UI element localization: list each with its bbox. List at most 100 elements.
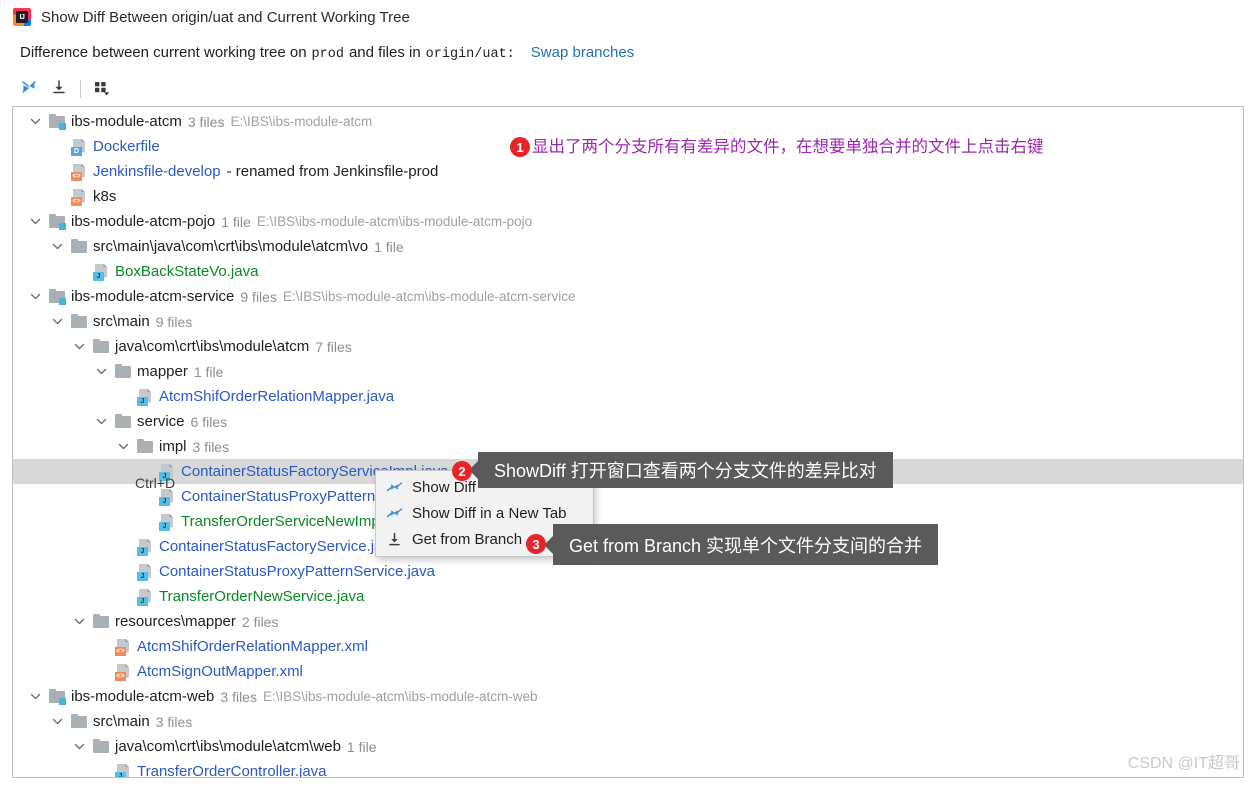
group-by-icon [92,78,112,101]
collapse-arrows-icon [20,78,38,101]
tree-row[interactable]: java\com\crt\ibs\module\atcm\web 1 file [13,734,1243,759]
tree-row-file-count: 1 file [346,738,377,755]
tree-row[interactable]: ibs-module-atcm-service 9 files E:\IBS\ibs… [13,284,1243,309]
get-from-branch-toolbar-button[interactable] [44,75,74,103]
java-file-icon: J [114,763,132,777]
xml-file-icon: <> [114,638,132,656]
tree-row[interactable]: J BoxBackStateVo.java [13,259,1243,284]
target-branch-name: origin/uat: [425,47,515,62]
title-bar: IJ Show Diff Between origin/uat and Curr… [0,0,1256,34]
chevron-down-icon[interactable] [93,414,109,430]
tree-row-label: resources\mapper [115,613,236,630]
tree-row-file-count: 3 files [187,113,225,130]
context-menu-item-show-diff-label: Show Diff [412,478,476,496]
tree-row[interactable]: J TransferOrderController.java [13,759,1243,778]
folder-icon [114,363,132,381]
diff-file-tree-panel[interactable]: ibs-module-atcm 3 files E:\IBS\ibs-module-… [12,106,1244,778]
tree-row-file-count: 3 files [220,688,257,705]
tree-row-label: ContainerStatusProxyPatternService.java [159,563,435,580]
xml-file-icon: <> [114,663,132,681]
chevron-down-icon[interactable] [27,114,43,130]
java-file-icon: J [92,263,110,281]
chevron-down-icon[interactable] [49,314,65,330]
tree-row[interactable]: ibs-module-atcm-web 3 files E:\IBS\ibs-mod… [13,684,1243,709]
folder-icon [92,738,110,756]
chevron-down-icon[interactable] [27,214,43,230]
chevron-down-icon[interactable] [27,289,43,305]
tree-row-label: impl [159,438,187,455]
java-file-icon: J [158,513,176,531]
context-menu-item-get-from-branch-label: Get from Branch [412,530,523,548]
context-menu-item-show-diff-new-tab[interactable]: Show Diff in a New Tab [376,500,593,526]
chevron-down-icon[interactable] [49,714,65,730]
chevron-down-icon[interactable] [71,739,87,755]
tree-row-label: AtcmSignOutMapper.xml [137,663,303,680]
tree-row[interactable]: src\main 9 files [13,309,1243,334]
java-file-icon: J [136,388,154,406]
show-diff-icon [385,479,403,495]
tree-row-file-count: 6 files [190,413,228,430]
download-arrow-icon [50,78,68,101]
current-branch-name: prod [311,47,344,62]
module-folder-icon [48,288,66,306]
folder-icon [92,338,110,356]
tree-row[interactable]: <> Jenkinsfile-develop - renamed from Jenk… [13,159,1243,184]
tree-row[interactable]: <> AtcmSignOutMapper.xml [13,659,1243,684]
window-title: Show Diff Between origin/uat and Current… [41,8,410,26]
diff-toolbar [14,74,117,104]
chevron-down-icon[interactable] [49,239,65,255]
tree-row-file-count: 9 files [155,313,193,330]
chevron-down-icon[interactable] [93,364,109,380]
java-file-icon: J [136,538,154,556]
swap-branches-link[interactable]: Swap branches [531,44,634,61]
tree-row-file-count: 1 file [374,238,404,255]
module-folder-icon [48,113,66,131]
chevron-down-icon[interactable] [27,689,43,705]
tree-row[interactable]: ibs-module-atcm 3 files E:\IBS\ibs-module-… [13,109,1243,134]
tree-row[interactable]: resources\mapper 2 files [13,609,1243,634]
chevron-down-icon[interactable] [71,614,87,630]
java-file-icon: J [136,563,154,581]
folder-icon [70,313,88,331]
tree-row[interactable]: J TransferOrderNewService.java [13,584,1243,609]
tree-row-label: TransferOrderController.java [137,763,327,778]
tree-row[interactable]: mapper 1 file [13,359,1243,384]
tree-row-file-count: 2 files [241,613,279,630]
download-arrow-icon [385,531,403,547]
tree-row-file-count: 1 file [193,363,224,380]
tree-row[interactable]: src\main\java\com\crt\ibs\module\atcm\vo… [13,234,1243,259]
intellij-idea-icon: IJ [13,8,31,26]
collapse-all-button[interactable] [14,75,44,103]
tree-row-path: E:\IBS\ibs-module-atcm\ibs-module-atcm-p… [256,214,533,229]
tree-row[interactable]: <> k8s [13,184,1243,209]
tree-row-label: service [137,413,185,430]
chevron-down-icon[interactable] [115,439,131,455]
xml-file-icon: <> [70,188,88,206]
annotation-badge-3: 3 [526,534,546,554]
folder-icon [70,238,88,256]
java-file-icon: J [136,588,154,606]
tree-row-path: E:\IBS\ibs-module-atcm\ibs-module-atcm-w… [262,689,538,704]
tree-row-label: Jenkinsfile-develop [93,163,221,180]
diff-description: Difference between current working tree … [20,44,634,68]
tree-row[interactable]: J AtcmShifOrderRelationMapper.java [13,384,1243,409]
tree-row-label: ibs-module-atcm-pojo [71,213,216,230]
module-folder-icon [48,213,66,231]
chevron-down-icon[interactable] [71,339,87,355]
tree-row-label: ibs-module-atcm-web [71,688,215,705]
description-middle: and files in [348,44,421,61]
tree-row-file-count: 9 files [240,288,277,305]
tree-row-label: ibs-module-atcm [71,113,182,130]
tree-row[interactable]: <> AtcmShifOrderRelationMapper.xml [13,634,1243,659]
tree-row[interactable]: java\com\crt\ibs\module\atcm 7 files [13,334,1243,359]
annotation-callout-2: ShowDiff 打开窗口查看两个分支文件的差异比对 [469,452,893,488]
module-folder-icon [48,688,66,706]
tree-row[interactable]: service 6 files [13,409,1243,434]
toolbar-separator [80,80,81,98]
group-by-button[interactable] [87,75,117,103]
tree-row-file-count: 3 files [192,438,230,455]
docker-file-icon: D [70,138,88,156]
tree-row-label: BoxBackStateVo.java [115,263,259,280]
tree-row[interactable]: src\main 3 files [13,709,1243,734]
tree-row[interactable]: ibs-module-atcm-pojo 1 file E:\IBS\ibs-mod… [13,209,1243,234]
